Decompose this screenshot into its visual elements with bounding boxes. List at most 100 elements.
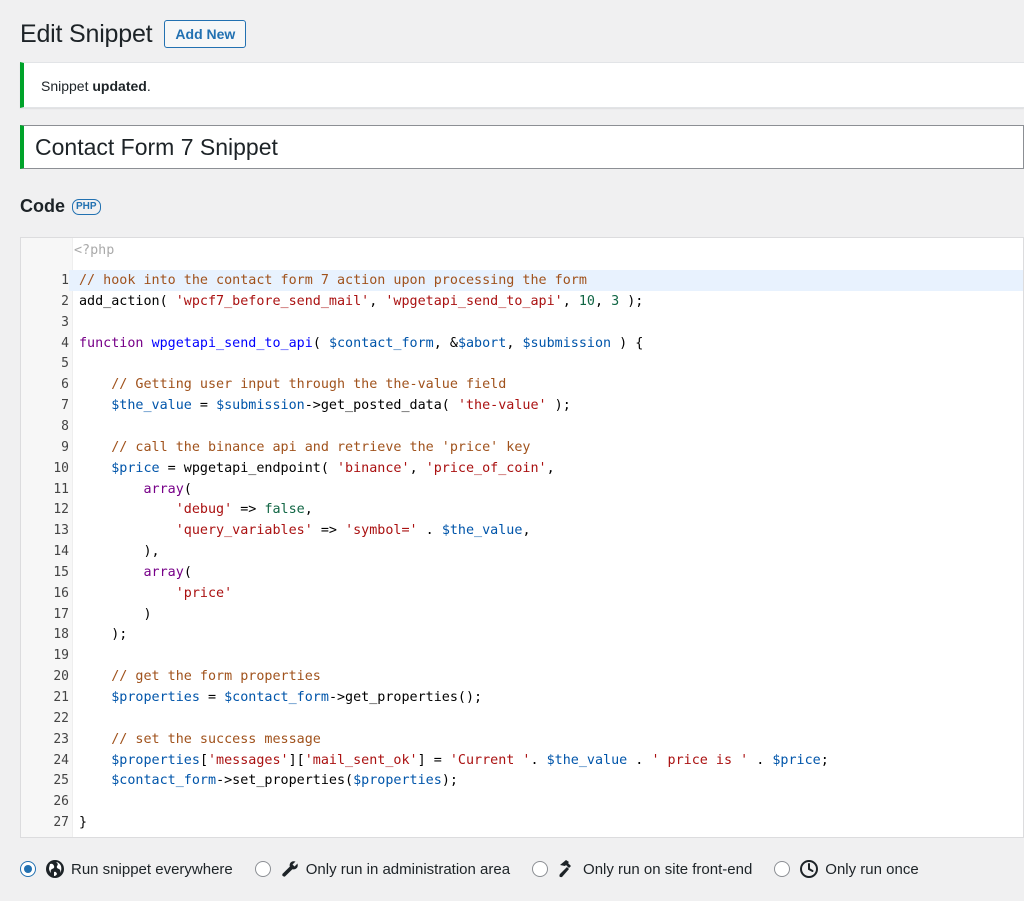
line-number: 1 bbox=[21, 270, 69, 291]
code-text: // get the form properties bbox=[111, 669, 321, 685]
line-number: 17 bbox=[53, 606, 69, 622]
code-text: $properties['messages']['mail_sent_ok'] … bbox=[111, 752, 829, 768]
code-line[interactable]: 16 'price' bbox=[21, 583, 1023, 604]
line-number: 15 bbox=[53, 564, 69, 580]
line-number: 25 bbox=[53, 773, 69, 789]
line-number: 19 bbox=[53, 648, 69, 664]
scope-radio-admin[interactable] bbox=[254, 861, 271, 877]
scope-label: Run snippet everywhere bbox=[71, 860, 233, 878]
code-line[interactable]: 12 'debug' => false, bbox=[21, 499, 1023, 520]
line-number: 18 bbox=[53, 627, 69, 643]
globe-icon bbox=[45, 859, 71, 879]
code-line[interactable]: 8 bbox=[21, 416, 1023, 437]
line-number: 11 bbox=[53, 481, 69, 497]
page-header: Edit Snippet Add New bbox=[20, 18, 247, 50]
scope-options: Run snippet everywhere Only run in admini… bbox=[20, 856, 941, 882]
scope-radio-front[interactable] bbox=[532, 861, 549, 877]
code-text: 'query_variables' => 'symbol=' . $the_va… bbox=[175, 523, 531, 539]
line-number: 27 bbox=[53, 815, 69, 831]
code-line[interactable]: 9 // call the binance api and retrieve t… bbox=[21, 437, 1023, 458]
notice-prefix: Snippet bbox=[41, 78, 93, 94]
code-text: $the_value = $submission->get_posted_dat… bbox=[111, 398, 571, 414]
line-number: 24 bbox=[53, 752, 69, 768]
line-number: 7 bbox=[61, 398, 69, 414]
code-text: 'debug' => false, bbox=[175, 502, 313, 518]
snippet-name-input[interactable]: Contact Form 7 Snippet bbox=[20, 125, 1024, 169]
code-text: add_action( 'wpcf7_before_send_mail', 'w… bbox=[79, 293, 644, 309]
code-editor[interactable]: <?php 1 // hook into the contact form 7 a… bbox=[20, 237, 1024, 838]
code-section-title: Code bbox=[20, 196, 65, 216]
code-line[interactable]: 3 bbox=[21, 312, 1023, 333]
scope-option-admin[interactable]: Only run in administration area bbox=[254, 859, 511, 879]
line-number: 23 bbox=[53, 731, 69, 747]
code-line[interactable]: 24 $properties['messages']['mail_sent_ok… bbox=[21, 750, 1023, 771]
code-line[interactable]: 14 ), bbox=[21, 541, 1023, 562]
line-number: 20 bbox=[53, 669, 69, 685]
line-number: 12 bbox=[53, 502, 69, 518]
notice-suffix: . bbox=[146, 78, 151, 94]
code-text: ) bbox=[79, 606, 152, 622]
line-number: 21 bbox=[53, 690, 69, 705]
code-text: // Getting user input through the the-va… bbox=[111, 377, 507, 393]
code-text: $contact_form->set_properties($propertie… bbox=[111, 773, 458, 789]
scope-radio-everywhere[interactable] bbox=[20, 861, 36, 877]
code-text: array( bbox=[143, 564, 192, 580]
code-line[interactable]: 20 // get the form properties bbox=[21, 666, 1023, 687]
code-line[interactable]: 26 bbox=[21, 791, 1023, 812]
line-number: 5 bbox=[61, 356, 69, 372]
code-line[interactable]: 6 // Getting user input through the the-… bbox=[21, 374, 1023, 395]
code-line[interactable]: 10 $price = wpgetapi_endpoint( 'binance'… bbox=[21, 458, 1023, 479]
line-number: 6 bbox=[61, 377, 69, 393]
code-line[interactable]: 19 bbox=[21, 645, 1023, 666]
code-line[interactable]: 13 'query_variables' => 'symbol=' . $the… bbox=[21, 520, 1023, 541]
code-line[interactable]: 22 bbox=[21, 708, 1023, 729]
code-line[interactable]: 17 ) bbox=[21, 604, 1023, 625]
code-line[interactable]: 15 array( bbox=[21, 562, 1023, 583]
code-line[interactable]: 18 ); bbox=[21, 624, 1023, 645]
line-number: 10 bbox=[53, 460, 69, 476]
line-number: 13 bbox=[53, 523, 69, 539]
scope-option-once[interactable]: Only run once bbox=[774, 859, 919, 879]
php-open-tag-placeholder: <?php bbox=[74, 243, 115, 258]
code-text: // set the success message bbox=[111, 731, 321, 747]
scope-label: Only run once bbox=[825, 860, 919, 878]
wrench-icon bbox=[280, 859, 306, 879]
php-badge: PHP bbox=[72, 198, 101, 215]
scope-option-front[interactable]: Only run on site front-end bbox=[532, 859, 752, 879]
success-notice: Snippet updated. bbox=[20, 62, 1024, 108]
code-line[interactable]: 1 // hook into the contact form 7 action … bbox=[21, 270, 1023, 291]
line-number: 26 bbox=[53, 794, 69, 810]
code-line[interactable]: 25 $contact_form->set_properties($proper… bbox=[21, 770, 1023, 791]
clock-icon bbox=[799, 859, 825, 879]
code-text: // call the binance api and retrieve the… bbox=[111, 439, 531, 455]
code-text: // hook into the contact form 7 action u… bbox=[79, 273, 587, 288]
scope-option-everywhere[interactable]: Run snippet everywhere bbox=[20, 859, 233, 879]
code-line[interactable]: 21 $properties = $contact_form->get_prop… bbox=[21, 687, 1023, 708]
line-number: 2 bbox=[61, 293, 69, 309]
scope-radio-once[interactable] bbox=[774, 861, 791, 877]
code-text: ); bbox=[79, 627, 128, 643]
code-line[interactable]: 2 add_action( 'wpcf7_before_send_mail', '… bbox=[21, 291, 1023, 312]
hammer-icon bbox=[557, 859, 583, 879]
line-number: 3 bbox=[61, 314, 69, 330]
line-number: 14 bbox=[53, 544, 69, 560]
code-text: $properties = $contact_form->get_propert… bbox=[111, 690, 483, 705]
code-line[interactable]: 5 bbox=[21, 353, 1023, 374]
code-section-header: Code PHP bbox=[20, 196, 101, 217]
page-title: Edit Snippet bbox=[20, 20, 153, 48]
code-line[interactable]: 23 // set the success message bbox=[21, 729, 1023, 750]
code-text: 'price' bbox=[175, 585, 233, 601]
notice-status: updated bbox=[92, 78, 147, 94]
line-number: 16 bbox=[53, 585, 69, 601]
code-text: function wpgetapi_send_to_api( $contact_… bbox=[79, 335, 644, 351]
code-line[interactable]: 7 $the_value = $submission->get_posted_d… bbox=[21, 395, 1023, 416]
code-text: } bbox=[79, 815, 88, 831]
add-new-button[interactable]: Add New bbox=[164, 20, 247, 48]
code-line[interactable]: 4 function wpgetapi_send_to_api( $contact… bbox=[21, 333, 1023, 354]
line-number: 4 bbox=[61, 335, 69, 351]
code-text: $price = wpgetapi_endpoint( 'binance', '… bbox=[111, 460, 555, 476]
scope-label: Only run in administration area bbox=[305, 860, 511, 878]
code-line[interactable]: 27} bbox=[21, 812, 1023, 833]
code-text: ), bbox=[79, 544, 160, 560]
code-line[interactable]: 11 array( bbox=[21, 479, 1023, 500]
